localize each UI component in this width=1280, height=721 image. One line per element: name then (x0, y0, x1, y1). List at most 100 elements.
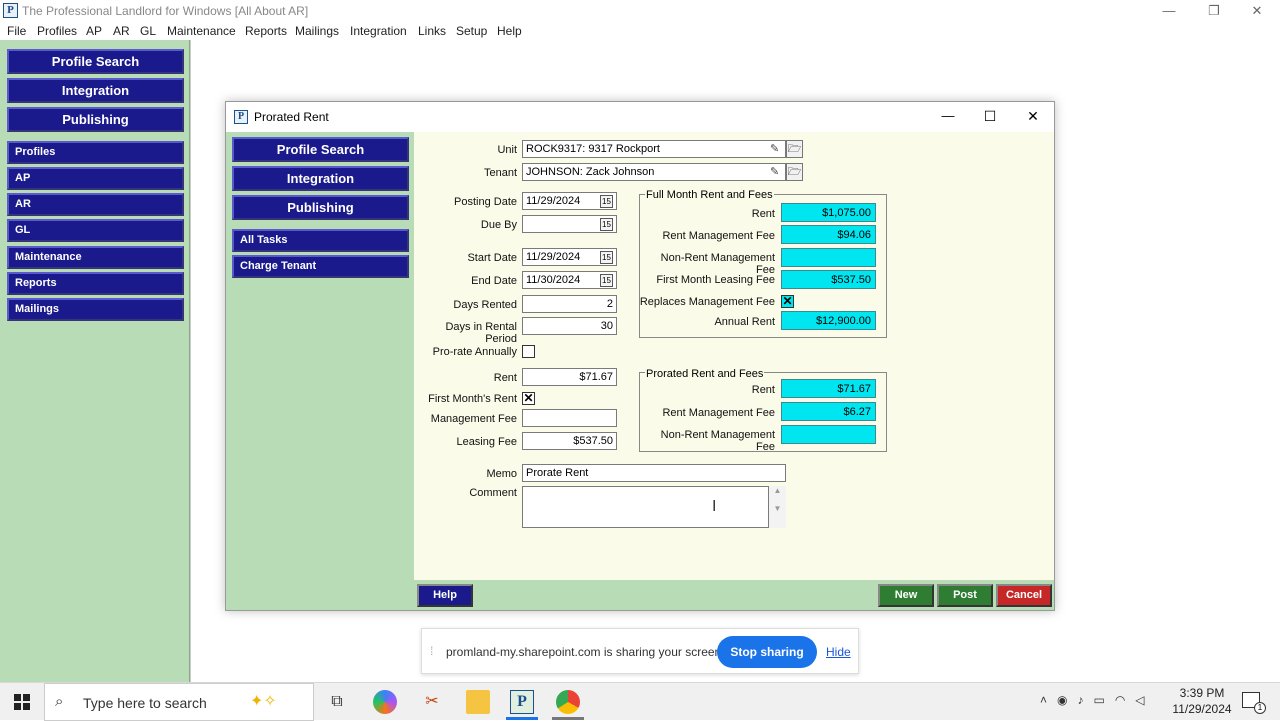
days-rented-field[interactable]: 2 (522, 295, 617, 313)
sidebar-item-ap[interactable]: AP (7, 167, 184, 190)
start-button-icon[interactable] (14, 694, 30, 710)
text-cursor-icon: I (712, 498, 717, 515)
copilot-icon[interactable] (373, 690, 397, 714)
menu-mailings[interactable]: Mailings (295, 24, 339, 38)
drag-handle-icon[interactable]: ⁞ (430, 644, 433, 658)
copilot-sparkle-icon: ✦✧ (250, 693, 277, 710)
fm-first-month-leasing-label: First Month Leasing Fee (656, 274, 775, 286)
system-tray-icons[interactable]: ˄◉♪▭◠◁ (1040, 693, 1155, 707)
dialog-minimize-button[interactable]: — (936, 106, 960, 126)
help-button[interactable]: Help (417, 584, 473, 607)
due-by-calendar-icon[interactable]: 15 (600, 218, 613, 231)
app-sidebar: Profile Search Integration Publishing Pr… (0, 40, 190, 682)
file-explorer-icon[interactable] (466, 690, 490, 714)
taskbar-search-box[interactable]: ⌕ Type here to search ✦✧ (44, 683, 314, 721)
sidebar-integration-button[interactable]: Integration (7, 78, 184, 103)
memo-label: Memo (486, 468, 517, 480)
hide-link[interactable]: Hide (826, 645, 851, 659)
menu-help[interactable]: Help (497, 24, 522, 38)
dialog-profile-search-button[interactable]: Profile Search (232, 137, 409, 162)
sidebar-item-reports[interactable]: Reports (7, 272, 184, 295)
pr-nonrent-mgmt-fee-label: Non-Rent Management Fee (660, 429, 775, 453)
tenant-folder-icon[interactable]: 🗁 (786, 163, 803, 181)
landlord-app-icon[interactable]: P (510, 690, 534, 714)
clock-date[interactable]: 11/29/2024 (1168, 702, 1236, 716)
app-title-bar: P The Professional Landlord for Windows … (0, 0, 1280, 22)
dialog-item-all-tasks[interactable]: All Tasks (232, 229, 409, 252)
menu-gl[interactable]: GL (140, 24, 156, 38)
app-logo-icon: P (3, 3, 18, 18)
tenant-field[interactable]: JOHNSON: Zack Johnson (522, 163, 786, 181)
dialog-close-button[interactable]: ✕ (1021, 106, 1045, 126)
menu-ar[interactable]: AR (113, 24, 130, 38)
task-view-icon[interactable]: ⧉ (325, 690, 349, 714)
comment-field[interactable] (522, 486, 769, 528)
menu-integration[interactable]: Integration (350, 24, 407, 38)
pr-rent-mgmt-fee-label: Rent Management Fee (662, 407, 775, 419)
management-fee-field[interactable] (522, 409, 617, 427)
start-date-calendar-icon[interactable]: 15 (600, 251, 613, 264)
unit-field[interactable]: ROCK9317: 9317 Rockport (522, 140, 786, 158)
post-button[interactable]: Post (937, 584, 993, 607)
dialog-sidebar: Profile Search Integration Publishing Al… (226, 132, 414, 610)
prorated-group-title: Prorated Rent and Fees (645, 368, 765, 380)
prorate-annually-checkbox[interactable] (522, 345, 535, 358)
days-period-field[interactable]: 30 (522, 317, 617, 335)
dialog-title-bar: P Prorated Rent — ☐ ✕ (226, 102, 1054, 132)
menu-links[interactable]: Links (418, 24, 446, 38)
sidebar-item-ar[interactable]: AR (7, 193, 184, 216)
notification-badge: 1 (1254, 702, 1266, 714)
sidebar-item-profiles[interactable]: Profiles (7, 141, 184, 164)
new-button[interactable]: New (878, 584, 934, 607)
pr-rent-label: Rent (751, 384, 775, 396)
dialog-maximize-button[interactable]: ☐ (978, 106, 1002, 126)
dialog-integration-button[interactable]: Integration (232, 166, 409, 191)
menu-maintenance[interactable]: Maintenance (167, 24, 236, 38)
days-rented-label: Days Rented (453, 299, 517, 311)
screen-share-bar: ⁞ promland-my.sharepoint.com is sharing … (421, 628, 859, 674)
menu-reports[interactable]: Reports (245, 24, 287, 38)
snipping-tool-icon[interactable]: ✂ (420, 690, 444, 714)
restore-button[interactable]: ❐ (1191, 2, 1237, 20)
dialog-publishing-button[interactable]: Publishing (232, 195, 409, 220)
end-date-calendar-icon[interactable]: 15 (600, 274, 613, 287)
chrome-icon[interactable] (556, 690, 580, 714)
rent-field[interactable]: $71.67 (522, 368, 617, 386)
first-month-checkbox[interactable]: ✕ (522, 392, 535, 405)
first-month-label: First Month's Rent (428, 393, 517, 405)
memo-field[interactable]: Prorate Rent (522, 464, 786, 482)
close-button[interactable]: ✕ (1234, 2, 1280, 20)
sidebar-item-gl[interactable]: GL (7, 219, 184, 242)
clock-time[interactable]: 3:39 PM (1172, 686, 1232, 700)
cancel-button[interactable]: Cancel (996, 584, 1052, 607)
due-by-label: Due By (480, 219, 517, 231)
dialog-item-charge-tenant[interactable]: Charge Tenant (232, 255, 409, 278)
menu-setup[interactable]: Setup (456, 24, 487, 38)
tenant-lookup-icon[interactable]: ✎ (770, 165, 779, 178)
menu-ap[interactable]: AP (86, 24, 102, 38)
prorate-form: Unit ROCK9317: 9317 Rockport ✎ 🗁 Tenant … (414, 132, 1054, 580)
sidebar-publishing-button[interactable]: Publishing (7, 107, 184, 132)
share-status-text: promland-my.sharepoint.com is sharing yo… (446, 645, 725, 659)
search-placeholder: Type here to search (83, 695, 207, 711)
menu-profiles[interactable]: Profiles (37, 24, 77, 38)
minimize-button[interactable]: — (1146, 2, 1192, 20)
pr-rent-field: $71.67 (781, 379, 876, 398)
posting-date-calendar-icon[interactable]: 15 (600, 195, 613, 208)
management-fee-label: Management Fee (430, 413, 517, 425)
unit-folder-icon[interactable]: 🗁 (786, 140, 803, 158)
sidebar-item-maintenance[interactable]: Maintenance (7, 246, 184, 269)
sidebar-profile-search-button[interactable]: Profile Search (7, 49, 184, 74)
dialog-title: Prorated Rent (254, 110, 329, 124)
menu-file[interactable]: File (7, 24, 26, 38)
leasing-fee-field[interactable]: $537.50 (522, 432, 617, 450)
stop-sharing-button[interactable]: Stop sharing (717, 636, 817, 668)
search-icon: ⌕ (55, 693, 64, 710)
comment-scrollbar[interactable]: ▲ ▼ (769, 486, 786, 528)
taskbar: ⌕ Type here to search ✦✧ ⧉ ✂ P ˄◉♪▭◠◁ 3:… (0, 682, 1280, 721)
sidebar-item-mailings[interactable]: Mailings (7, 298, 184, 321)
replaces-mgmt-fee-checkbox[interactable]: ✕ (781, 295, 794, 308)
fm-rent-label: Rent (751, 208, 775, 220)
tenant-label: Tenant (483, 167, 517, 179)
unit-lookup-icon[interactable]: ✎ (770, 142, 779, 155)
